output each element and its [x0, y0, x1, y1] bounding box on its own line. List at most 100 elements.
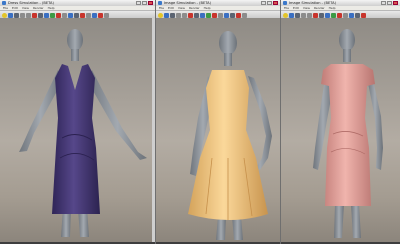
camera-icon[interactable] — [349, 12, 354, 18]
window-controls — [381, 1, 398, 5]
title-bar[interactable]: Image Simulation - (BETA) — [156, 0, 280, 6]
menu-view[interactable]: View — [178, 6, 185, 10]
mannequin-right-arm — [367, 78, 383, 170]
window-controls — [136, 1, 153, 5]
maximize-icon[interactable] — [267, 1, 272, 5]
zoom-icon[interactable] — [242, 12, 247, 18]
simulation-window-2: Image Simulation - (BETA) File Edit View… — [156, 0, 281, 244]
window-title: Image Simulation - (BETA) — [164, 1, 212, 5]
rotate-icon[interactable] — [319, 12, 324, 18]
simulate-icon[interactable] — [331, 12, 336, 18]
rotate-icon[interactable] — [194, 12, 199, 18]
menu-view[interactable]: View — [22, 6, 29, 10]
move-icon[interactable] — [313, 12, 318, 18]
save-icon[interactable] — [295, 12, 300, 18]
3d-viewport[interactable] — [156, 18, 280, 242]
new-icon[interactable] — [2, 12, 7, 18]
settings-icon[interactable] — [218, 12, 223, 18]
render-icon[interactable] — [56, 12, 61, 18]
title-bar[interactable]: Dress Simulation - (BETA) — [0, 0, 155, 6]
simulation-window-3: Image Simulation - (BETA) File Edit View… — [281, 0, 400, 244]
undo-icon[interactable] — [301, 12, 306, 18]
minimize-icon[interactable] — [261, 1, 266, 5]
menu-file[interactable]: File — [3, 6, 8, 10]
minimize-icon[interactable] — [381, 1, 386, 5]
maximize-icon[interactable] — [387, 1, 392, 5]
menu-edit[interactable]: Edit — [168, 6, 174, 10]
mannequin-head — [67, 29, 83, 51]
maximize-icon[interactable] — [142, 1, 147, 5]
vertical-scrollbar[interactable] — [152, 18, 155, 242]
redo-icon[interactable] — [307, 12, 312, 18]
scale-icon[interactable] — [200, 12, 205, 18]
settings-icon[interactable] — [62, 12, 67, 18]
mannequin-head — [339, 29, 355, 51]
redo-icon[interactable] — [26, 12, 31, 18]
open-icon[interactable] — [8, 12, 13, 18]
app-icon — [283, 1, 287, 5]
menu-render[interactable]: Render — [33, 6, 44, 10]
menu-help[interactable]: Help — [204, 6, 211, 10]
mannequin-model — [19, 29, 147, 237]
record-icon[interactable] — [361, 12, 366, 18]
v-neck-dress — [52, 64, 100, 214]
menu-render[interactable]: Render — [314, 6, 325, 10]
mannequin-head — [219, 31, 237, 55]
3d-viewport[interactable] — [281, 18, 400, 242]
menu-view[interactable]: View — [303, 6, 310, 10]
open-icon[interactable] — [164, 12, 169, 18]
camera-icon[interactable] — [68, 12, 73, 18]
grid-icon[interactable] — [104, 12, 109, 18]
open-icon[interactable] — [289, 12, 294, 18]
menu-help[interactable]: Help — [48, 6, 55, 10]
mannequin-model — [313, 29, 383, 238]
move-icon[interactable] — [32, 12, 37, 18]
zoom-icon[interactable] — [86, 12, 91, 18]
close-icon[interactable] — [393, 1, 398, 5]
light-icon[interactable] — [230, 12, 235, 18]
undo-icon[interactable] — [176, 12, 181, 18]
menu-edit[interactable]: Edit — [12, 6, 18, 10]
save-icon[interactable] — [14, 12, 19, 18]
simulation-window-1: Dress Simulation - (BETA) File Edit View… — [0, 0, 156, 244]
desktop: Dress Simulation - (BETA) File Edit View… — [0, 0, 400, 244]
cap-sleeve-dress — [321, 64, 375, 206]
menu-render[interactable]: Render — [189, 6, 200, 10]
scale-icon[interactable] — [44, 12, 49, 18]
close-icon[interactable] — [148, 1, 153, 5]
move-icon[interactable] — [188, 12, 193, 18]
record-icon[interactable] — [236, 12, 241, 18]
title-bar[interactable]: Image Simulation - (BETA) — [281, 0, 400, 6]
menu-file[interactable]: File — [159, 6, 164, 10]
record-icon[interactable] — [80, 12, 85, 18]
app-icon — [158, 1, 162, 5]
minimize-icon[interactable] — [136, 1, 141, 5]
3d-viewport[interactable] — [0, 18, 152, 242]
simulate-icon[interactable] — [206, 12, 211, 18]
save-icon[interactable] — [170, 12, 175, 18]
new-icon[interactable] — [283, 12, 288, 18]
light-icon[interactable] — [74, 12, 79, 18]
settings-icon[interactable] — [343, 12, 348, 18]
fit-view-icon[interactable] — [92, 12, 97, 18]
close-icon[interactable] — [273, 1, 278, 5]
light-icon[interactable] — [355, 12, 360, 18]
menu-file[interactable]: File — [284, 6, 289, 10]
undo-icon[interactable] — [20, 12, 25, 18]
camera-icon[interactable] — [224, 12, 229, 18]
window-title: Image Simulation - (BETA) — [289, 1, 337, 5]
menu-edit[interactable]: Edit — [293, 6, 299, 10]
redo-icon[interactable] — [182, 12, 187, 18]
stop-icon[interactable] — [98, 12, 103, 18]
rotate-icon[interactable] — [38, 12, 43, 18]
window-title: Dress Simulation - (BETA) — [8, 1, 54, 5]
new-icon[interactable] — [158, 12, 163, 18]
mannequin-right-arm — [88, 70, 147, 160]
window-controls — [261, 1, 278, 5]
render-icon[interactable] — [212, 12, 217, 18]
menu-help[interactable]: Help — [329, 6, 336, 10]
render-icon[interactable] — [337, 12, 342, 18]
app-icon — [2, 1, 6, 5]
simulate-icon[interactable] — [50, 12, 55, 18]
scale-icon[interactable] — [325, 12, 330, 18]
